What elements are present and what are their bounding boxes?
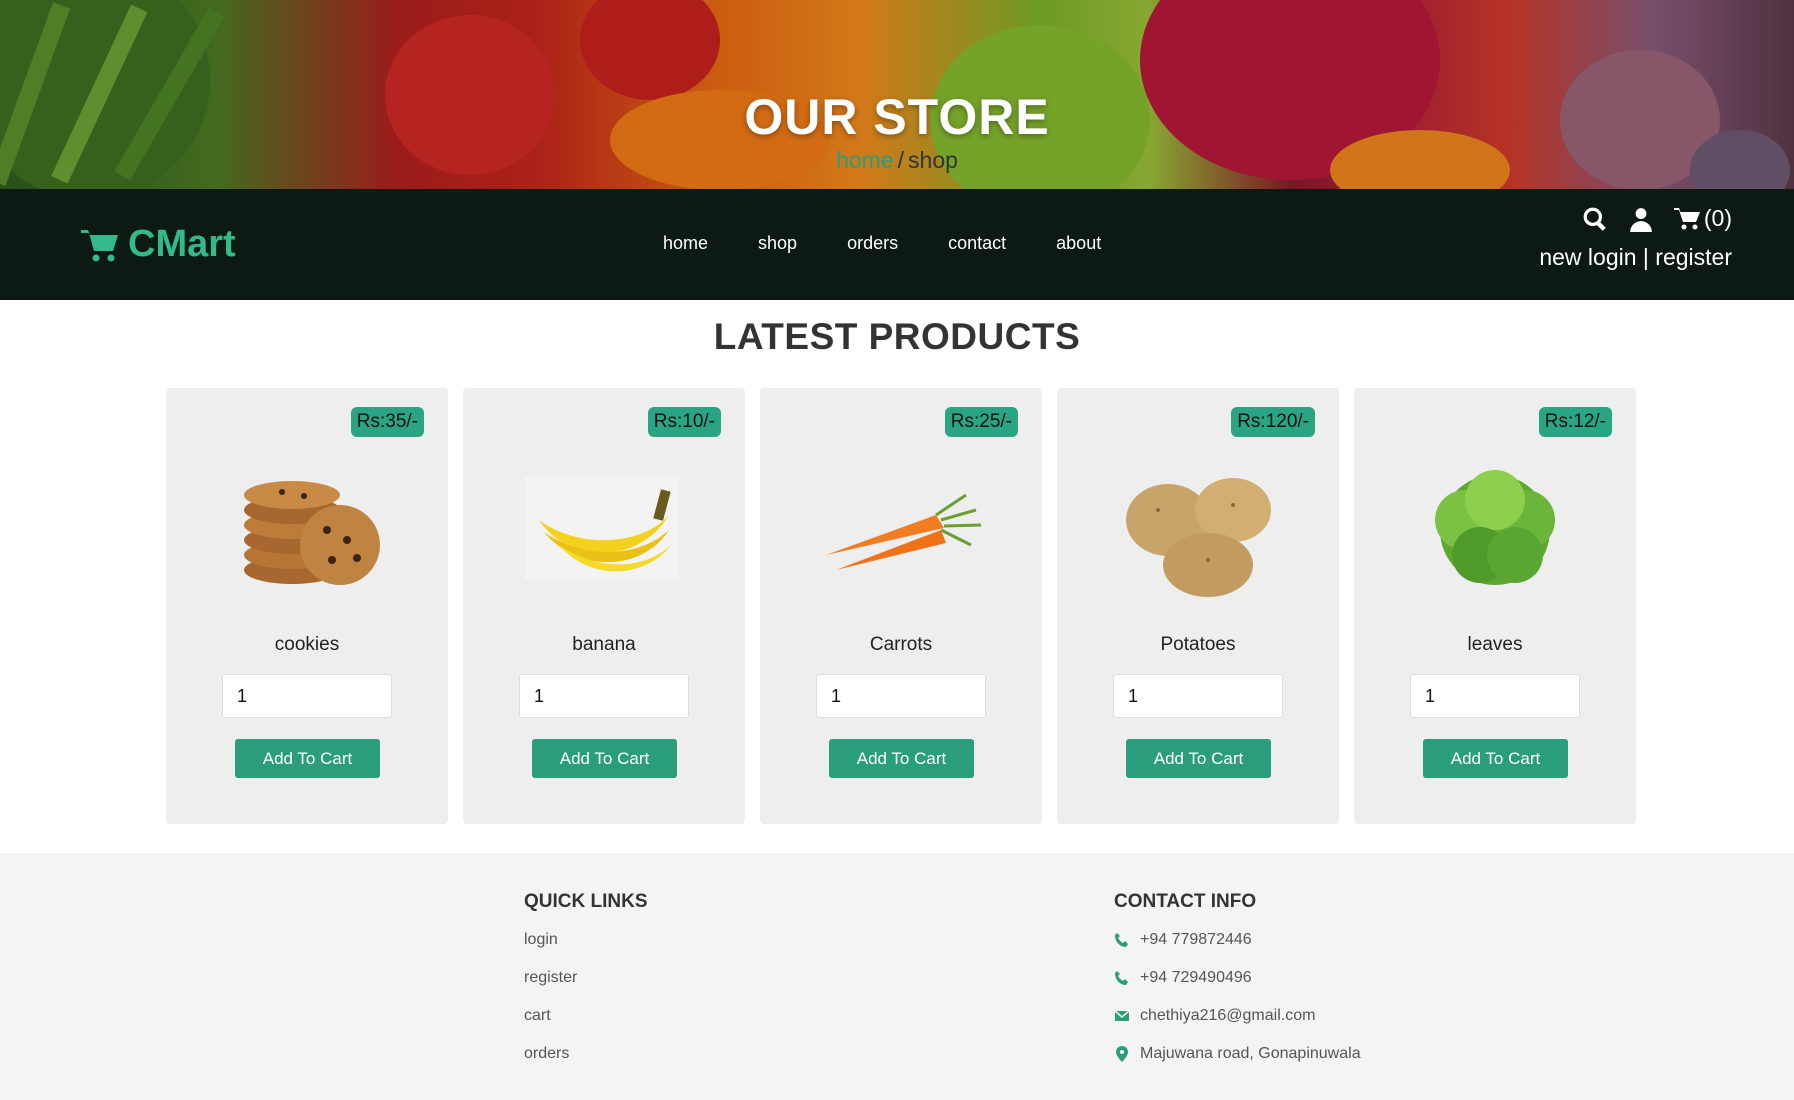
- breadcrumb: home / shop: [0, 147, 1794, 174]
- product-name: Potatoes: [1160, 634, 1236, 655]
- product-card: Rs:25/- Carrots 1 Add To Cart: [760, 388, 1042, 824]
- nav-link-orders[interactable]: orders: [847, 233, 898, 254]
- quantity-input[interactable]: 1: [816, 674, 986, 718]
- top-navbar: CMart home shop orders contact about (0)…: [0, 189, 1794, 300]
- breadcrumb-separator: /: [897, 147, 905, 173]
- section-title: LATEST PRODUCTS: [713, 316, 1081, 357]
- user-icon[interactable]: [1628, 206, 1654, 232]
- footer: QUICK LINKS login register cart orders C…: [0, 853, 1794, 1100]
- product-name: Carrots: [869, 634, 933, 655]
- brand-logo[interactable]: CMart: [80, 223, 236, 266]
- search-icon[interactable]: [1582, 206, 1608, 232]
- quick-links-column: QUICK LINKS login register cart orders: [524, 891, 648, 1083]
- nav-link-shop[interactable]: shop: [758, 233, 797, 254]
- product-name: leaves: [1467, 634, 1523, 655]
- breadcrumb-current: shop: [908, 147, 958, 173]
- contact-phone-2[interactable]: +94 729490496: [1114, 969, 1361, 1007]
- cookies-image: [222, 460, 392, 600]
- quantity-input[interactable]: 1: [519, 674, 689, 718]
- price-badge: Rs:35/-: [350, 407, 424, 437]
- contact-text: +94 779872446: [1140, 931, 1252, 948]
- footer-link-orders[interactable]: orders: [524, 1045, 648, 1083]
- nav-link-contact[interactable]: contact: [948, 233, 1006, 254]
- page-title: OUR STORE: [744, 89, 1050, 145]
- envelope-icon: [1114, 1010, 1130, 1021]
- auth-separator: |: [1642, 244, 1649, 270]
- register-link[interactable]: register: [1655, 244, 1732, 270]
- contact-text: +94 729490496: [1140, 969, 1252, 986]
- nav-icon-group: (0): [1562, 205, 1732, 232]
- phone-icon: [1115, 933, 1128, 947]
- banana-image: [519, 460, 689, 600]
- footer-link-login[interactable]: login: [524, 931, 648, 969]
- price-badge: Rs:10/-: [647, 407, 721, 437]
- cart-logo-icon: [81, 229, 118, 261]
- product-card: Rs:120/- Potatoes 1 Add To Cart: [1057, 388, 1339, 824]
- auth-links: new login | register: [1539, 244, 1732, 271]
- footer-link-cart[interactable]: cart: [524, 1007, 648, 1045]
- contact-email[interactable]: chethiya216@gmail.com: [1114, 1007, 1361, 1045]
- map-marker-icon: [1116, 1046, 1128, 1062]
- add-to-cart-button[interactable]: Add To Cart: [829, 739, 974, 778]
- phone-icon: [1115, 971, 1128, 985]
- carrots-image: [816, 460, 986, 600]
- hero-banner: OUR STORE home / shop: [0, 0, 1794, 189]
- product-card: Rs:10/- banana 1 Add To Cart: [463, 388, 745, 824]
- add-to-cart-button[interactable]: Add To Cart: [235, 739, 380, 778]
- product-grid: Rs:35/- cookies 1 Add To Cart Rs:10/- ba…: [166, 388, 1636, 824]
- leaves-image: [1410, 460, 1580, 600]
- price-badge: Rs:25/-: [944, 407, 1018, 437]
- footer-link-register[interactable]: register: [524, 969, 648, 1007]
- cart-count: (0): [1703, 205, 1732, 231]
- add-to-cart-button[interactable]: Add To Cart: [1423, 739, 1568, 778]
- contact-info-title: CONTACT INFO: [1114, 891, 1257, 912]
- quantity-input[interactable]: 1: [1410, 674, 1580, 718]
- add-to-cart-button[interactable]: Add To Cart: [1126, 739, 1271, 778]
- quantity-input[interactable]: 1: [1113, 674, 1283, 718]
- contact-text: Majuwana road, Gonapinuwala: [1140, 1045, 1361, 1062]
- contact-phone-1[interactable]: +94 779872446: [1114, 931, 1361, 969]
- product-name: cookies: [274, 634, 340, 655]
- price-badge: Rs:120/-: [1231, 407, 1315, 437]
- contact-address: Majuwana road, Gonapinuwala: [1114, 1045, 1361, 1083]
- product-card: Rs:35/- cookies 1 Add To Cart: [166, 388, 448, 824]
- add-to-cart-button[interactable]: Add To Cart: [532, 739, 677, 778]
- potatoes-image: [1113, 460, 1283, 600]
- contact-text: chethiya216@gmail.com: [1140, 1007, 1316, 1024]
- breadcrumb-home-link[interactable]: home: [836, 147, 894, 173]
- nav-link-home[interactable]: home: [663, 233, 708, 254]
- cart-button[interactable]: (0): [1673, 205, 1732, 232]
- main-nav: home shop orders contact about: [663, 233, 1151, 254]
- nav-link-about[interactable]: about: [1056, 233, 1101, 254]
- quantity-input[interactable]: 1: [222, 674, 392, 718]
- price-badge: Rs:12/-: [1538, 407, 1612, 437]
- cart-icon: [1673, 208, 1700, 230]
- product-name: banana: [572, 634, 636, 655]
- new-login-link[interactable]: new login: [1539, 244, 1636, 270]
- contact-info-column: CONTACT INFO +94 779872446 +94 729490496…: [1114, 891, 1361, 1083]
- quick-links-title: QUICK LINKS: [524, 891, 648, 912]
- product-card: Rs:12/- leaves 1 Add To Cart: [1354, 388, 1636, 824]
- brand-name: CMart: [128, 223, 236, 265]
